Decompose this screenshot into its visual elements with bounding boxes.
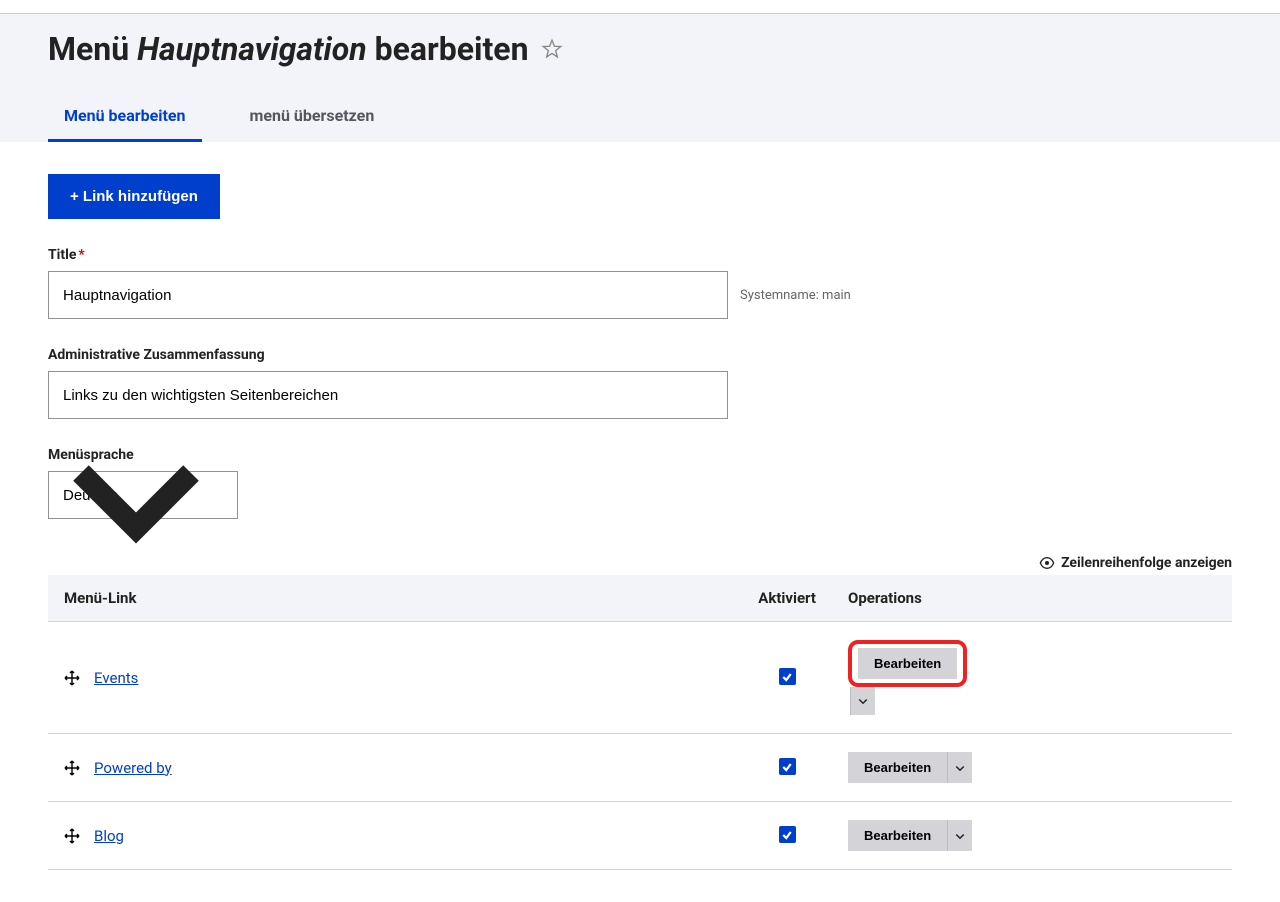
show-row-weights-toggle[interactable]: Zeilenreihenfolge anzeigen [48, 555, 1232, 571]
add-link-button[interactable]: + Link hinzufügen [48, 174, 220, 219]
summary-label: Administrative Zusammenfassung [48, 347, 1232, 363]
enabled-checkbox[interactable] [779, 826, 796, 843]
page-title-suffix: bearbeiten [367, 30, 529, 68]
summary-input[interactable] [48, 371, 728, 419]
menu-link[interactable]: Powered by [94, 759, 172, 777]
language-select[interactable] [48, 471, 238, 519]
top-bar [0, 0, 1280, 14]
enabled-checkbox[interactable] [779, 668, 796, 685]
eye-icon [1039, 555, 1055, 571]
operations-dropdown[interactable] [947, 752, 972, 783]
title-input[interactable] [48, 271, 728, 319]
chevron-down-icon [954, 830, 966, 842]
header-region: Menü Hauptnavigation bearbeiten Menü bea… [0, 14, 1280, 142]
show-row-weights-label: Zeilenreihenfolge anzeigen [1061, 555, 1232, 571]
form-item-summary: Administrative Zusammenfassung [48, 347, 1232, 419]
edit-button[interactable]: Bearbeiten [858, 648, 957, 679]
tab-translate-menu[interactable]: menü übersetzen [234, 94, 391, 142]
edit-button[interactable]: Bearbeiten [848, 752, 947, 783]
required-indicator: * [78, 247, 84, 263]
page-title-prefix: Menü [48, 30, 137, 68]
operations-dropdown[interactable] [850, 687, 875, 715]
systemname-hint: Systemname: main [740, 288, 851, 303]
chevron-down-icon [954, 762, 966, 774]
drag-handle-icon[interactable] [64, 828, 80, 844]
page-title: Menü Hauptnavigation bearbeiten [48, 30, 1232, 68]
table-header-row: Menü-Link Aktiviert Operations [48, 575, 1232, 622]
form-item-language: Menüsprache [48, 447, 1232, 519]
title-label: Title* [48, 247, 1232, 263]
table-row: Blog Bearbeiten [48, 802, 1232, 870]
star-icon[interactable] [541, 38, 563, 60]
drag-handle-icon[interactable] [64, 760, 80, 776]
col-header-link: Menü-Link [48, 575, 742, 622]
table-row: Powered by Bearbeiten [48, 734, 1232, 802]
page-title-em: Hauptnavigation [137, 30, 367, 68]
menu-links-table: Menü-Link Aktiviert Operations Events Bea… [48, 575, 1232, 870]
page-title-text: Menü Hauptnavigation bearbeiten [48, 30, 529, 68]
title-label-text: Title [48, 247, 76, 263]
menu-link[interactable]: Blog [94, 827, 124, 845]
language-label: Menüsprache [48, 447, 1232, 463]
edit-button[interactable]: Bearbeiten [848, 820, 947, 851]
menu-link[interactable]: Events [94, 669, 138, 687]
col-header-enabled: Aktiviert [742, 575, 832, 622]
chevron-down-icon [857, 695, 869, 707]
enabled-checkbox[interactable] [779, 758, 796, 775]
tabs: Menü bearbeiten menü übersetzen [48, 94, 1232, 142]
drag-handle-icon[interactable] [64, 670, 80, 686]
content-region: + Link hinzufügen Title* Systemname: mai… [0, 142, 1280, 902]
col-header-operations: Operations [832, 575, 1232, 622]
table-row: Events Bearbeiten [48, 622, 1232, 734]
form-item-title: Title* Systemname: main [48, 247, 1232, 319]
operations-dropdown[interactable] [947, 820, 972, 851]
highlight-annotation: Bearbeiten [848, 640, 967, 687]
tab-edit-menu[interactable]: Menü bearbeiten [48, 94, 202, 142]
